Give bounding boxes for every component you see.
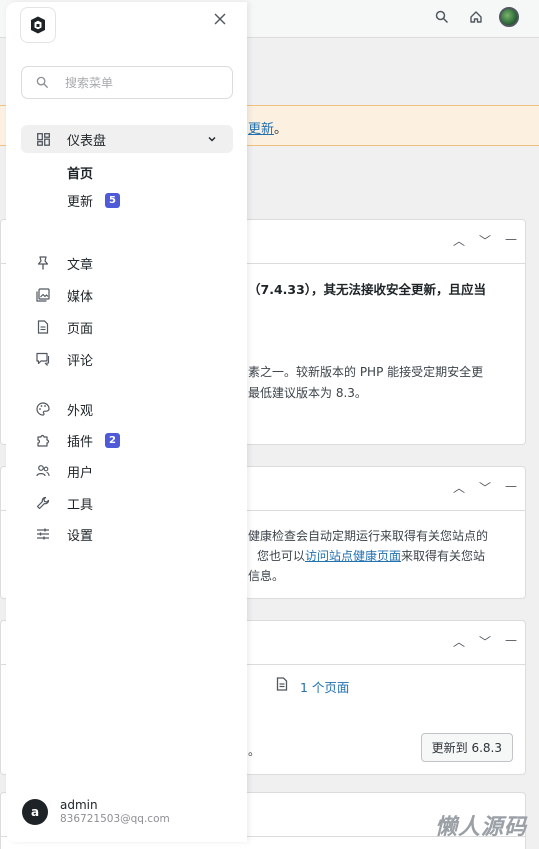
notice-tail: 。: [274, 122, 288, 137]
sidebar-item-posts[interactable]: 文章: [21, 249, 233, 277]
sidebar-item-media[interactable]: 媒体: [21, 281, 233, 309]
sliders-icon: [36, 527, 50, 541]
move-down-icon[interactable]: ﹀: [479, 479, 491, 496]
sidebar-item-label: 首页: [67, 166, 94, 182]
move-up-icon[interactable]: ︿: [453, 232, 465, 249]
health-text-line: 信息。: [248, 569, 285, 583]
sidebar-item-dashboard[interactable]: 仪表盘: [21, 125, 233, 153]
sidebar-item-label: 更新: [67, 194, 94, 210]
page-icon: [36, 320, 50, 334]
sidebar-item-tools[interactable]: 工具: [21, 489, 233, 517]
move-down-icon[interactable]: ﹀: [479, 232, 491, 249]
php-text-line: 最低建议版本为 8.3。: [248, 386, 367, 400]
sidebar-item-comments[interactable]: 评论: [21, 345, 233, 373]
comment-icon: [36, 352, 50, 366]
plugin-update-badge: 2: [105, 432, 121, 448]
sidebar-item-label: 用户: [67, 465, 94, 481]
sidebar-item-plugins[interactable]: 插件 2: [21, 426, 233, 454]
sidebar-item-label: 仪表盘: [67, 133, 107, 149]
plugin-icon: [36, 433, 50, 447]
palette-icon: [36, 402, 50, 416]
sidebar-subitem-home[interactable]: 首页: [67, 160, 93, 184]
menu-search: [21, 66, 233, 99]
pages-count-link[interactable]: 1 个页面: [300, 677, 349, 696]
sidebar-item-label: 外观: [67, 403, 94, 419]
sidebar-item-label: 工具: [67, 497, 94, 513]
dashboard-icon: [36, 132, 50, 146]
health-text-line: 健康检查会自动定期运行来取得有关您站点的: [248, 529, 489, 543]
search-icon: [36, 76, 49, 89]
sidebar-item-appearance[interactable]: 外观: [21, 395, 233, 423]
users-icon: [36, 464, 50, 478]
home-icon[interactable]: [465, 6, 487, 28]
php-text-line: 素之一。较新版本的 PHP 能接受定期安全更: [248, 365, 484, 379]
sidebar-drawer: 仪表盘 首页 更新 5 文章 媒体 页面 评论: [6, 2, 247, 842]
page-icon: [276, 677, 288, 695]
user-email: 836721503@qq.com: [60, 813, 170, 825]
site-health-link[interactable]: 访问站点健康页面: [305, 549, 401, 563]
sidebar-item-label: 插件: [67, 434, 94, 450]
site-logo-icon[interactable]: [20, 7, 56, 43]
collapse-icon[interactable]: —: [505, 633, 517, 650]
user-profile[interactable]: a admin 836721503@qq.com: [22, 798, 170, 826]
avatar[interactable]: a: [22, 799, 48, 825]
health-text-line: 您也可以访问站点健康页面来取得有关您站: [257, 549, 486, 563]
pin-icon: [36, 256, 50, 270]
update-count-badge: 5: [105, 192, 121, 208]
move-up-icon[interactable]: ︿: [453, 479, 465, 496]
update-wordpress-button[interactable]: 更新到 6.8.3: [420, 733, 513, 762]
move-down-icon[interactable]: ﹀: [479, 633, 491, 650]
media-icon: [36, 288, 50, 302]
menu-search-input[interactable]: [65, 75, 215, 90]
user-name: admin: [60, 798, 98, 812]
glance-tail: 。: [248, 744, 261, 758]
close-icon[interactable]: [212, 11, 228, 27]
sidebar-subitem-updates[interactable]: 更新 5: [67, 188, 121, 212]
chevron-down-icon: [207, 133, 217, 148]
sidebar-item-label: 文章: [67, 257, 94, 273]
user-avatar-icon[interactable]: [499, 7, 519, 27]
sidebar-item-pages[interactable]: 页面: [21, 313, 233, 341]
wrench-icon: [36, 496, 50, 510]
collapse-icon[interactable]: —: [505, 232, 517, 249]
sidebar-item-label: 设置: [67, 528, 94, 544]
notice-update-link[interactable]: 更新: [248, 118, 274, 137]
watermark: 懒人源码: [434, 815, 527, 840]
sidebar-item-label: 评论: [67, 353, 94, 369]
search-icon[interactable]: [431, 6, 453, 28]
sidebar-item-settings[interactable]: 设置: [21, 520, 233, 548]
collapse-icon[interactable]: —: [505, 479, 517, 496]
sidebar-item-label: 页面: [67, 321, 94, 337]
sidebar-item-label: 媒体: [67, 289, 94, 305]
sidebar-item-users[interactable]: 用户: [21, 457, 233, 485]
move-up-icon[interactable]: ︿: [453, 633, 465, 650]
php-title: （7.4.33），其无法接收安全更新，且应当: [248, 282, 487, 297]
